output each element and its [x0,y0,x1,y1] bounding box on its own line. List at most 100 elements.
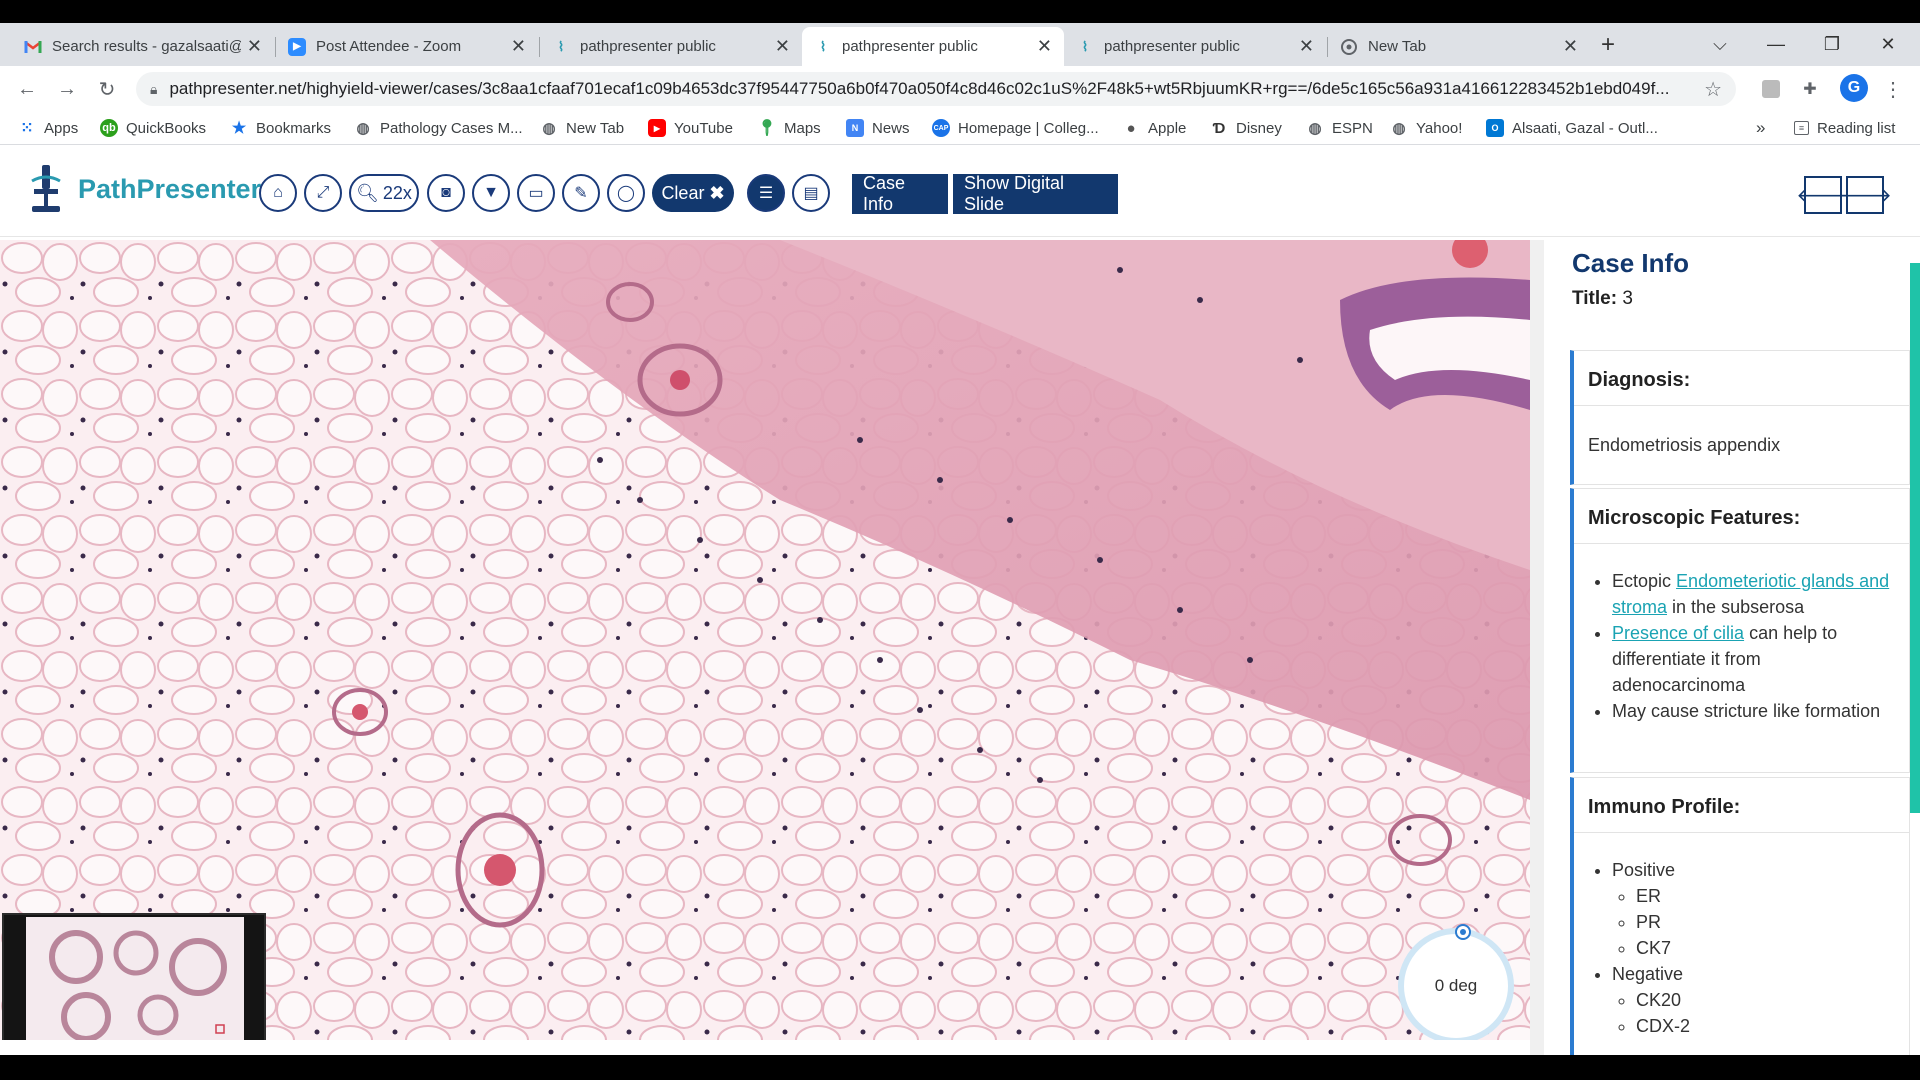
item-text: Ectopic [1612,571,1672,591]
list-button[interactable]: ☰ [747,174,785,212]
filter-button[interactable]: ▼ [472,174,510,212]
bookmark-youtube[interactable]: ▶ YouTube [648,117,733,139]
bookmark-homepage-college[interactable]: CAP Homepage | Colleg... [932,117,1099,139]
bookmark-apps[interactable]: ⁙ Apps [18,117,78,139]
cap-icon: CAP [932,119,950,137]
present-button[interactable]: ▭ [517,174,555,212]
next-case-button[interactable]: 🡒 [1838,176,1892,214]
marker-item: CK20 [1636,987,1895,1013]
slide-viewer[interactable]: 0 deg [0,240,1530,1040]
tab-search-chevron-icon[interactable]: ⌵ [1694,23,1746,66]
diagnosis-text: Endometriosis appendix [1588,435,1781,455]
tab-pathpresenter-1[interactable]: ⌇ pathpresenter public ✕ [540,27,802,66]
bookmark-label: Homepage | Colleg... [958,119,1099,137]
tab-pathpresenter-3[interactable]: ⌇ pathpresenter public ✕ [1064,27,1326,66]
tab-zoom[interactable]: ▶ Post Attendee - Zoom ✕ [276,27,538,66]
close-tab-icon[interactable]: ✕ [247,36,262,57]
close-x-icon: ✖ [709,182,725,203]
immuno-profile-card: Immuno Profile: Positive ER PR CK7 Negat… [1570,777,1910,1055]
bookmark-label: News [872,119,910,137]
bookmark-bookmarks[interactable]: ★ Bookmarks [230,117,331,139]
immuno-heading: Immuno Profile: [1574,778,1909,833]
forward-arrow-icon[interactable]: → [52,74,82,104]
home-button[interactable]: ⌂ [259,174,297,212]
reading-list[interactable]: ≡ Reading list [1794,117,1895,139]
bookmark-label: Apple [1148,119,1187,137]
monitor-icon: ▭ [528,185,544,202]
screenshot-button[interactable]: ◙ [427,174,465,212]
zoom-button[interactable]: 🔍︎ 22x [349,174,419,212]
lasso-button[interactable]: ◯ [607,174,645,212]
panel-title: Case Info [1572,248,1690,278]
case-info-panel: Case Info Title: 3 Diagnosis: Endometrio… [1530,240,1920,1055]
marker-item: ER [1636,883,1895,909]
previous-case-button[interactable]: 🡐 [1796,176,1850,214]
bookmark-maps[interactable]: 📍︎ Maps [757,117,821,139]
app-header: PathPresenter ⌂ ⤢ 🔍︎ 22x ◙ ▼ ▭ ✎ ◯ Clear ✖… [0,145,1920,237]
rotation-dial[interactable]: 0 deg [1398,924,1514,1040]
slide-minimap[interactable] [2,913,266,1040]
back-arrow-icon[interactable]: ← [12,74,42,104]
bookmark-outlook[interactable]: O Alsaati, Gazal - Outl... [1486,117,1658,139]
close-tab-icon[interactable]: ✕ [511,36,526,57]
annotate-button[interactable]: ✎ [562,174,600,212]
close-tab-icon[interactable]: ✕ [775,36,790,57]
report-button[interactable]: ▤ [792,174,830,212]
zoom-icon: ▶ [288,37,306,56]
close-tab-icon[interactable]: ✕ [1299,36,1314,57]
globe-icon: ◍ [356,120,370,137]
close-tab-icon[interactable]: ✕ [1037,36,1052,57]
bookmark-yahoo[interactable]: ◍ Yahoo! [1390,117,1462,139]
case-title-value: 3 [1622,288,1633,309]
show-digital-slide-button[interactable]: Show Digital Slide [953,173,1118,214]
fullscreen-button[interactable]: ⤢ [304,174,342,212]
list-item: Presence of cilia can help to differenti… [1612,620,1895,698]
extensions-puzzle-icon[interactable]: ✚ [1797,76,1823,102]
tab-pathpresenter-active[interactable]: ⌇ pathpresenter public ✕ [802,27,1064,66]
toolbar: ← → ↻ 🔒︎ pathpresenter.net/highyield-vie… [0,66,1920,111]
bookmark-apple[interactable]: ● Apple [1122,117,1186,139]
panel-scrollbar[interactable] [1910,263,1920,813]
star-icon: ★ [231,120,247,137]
browser-window: Search results - gazalsaati@ ✕ ▶ Post At… [0,23,1920,1055]
minimize-icon[interactable]: — [1750,23,1802,66]
menu-kebab-icon[interactable]: ⋮ [1880,76,1906,102]
presence-of-cilia-link[interactable]: Presence of cilia [1612,623,1744,643]
bookmark-news[interactable]: N News [846,117,910,139]
address-bar[interactable]: 🔒︎ pathpresenter.net/highyield-viewer/ca… [136,72,1736,106]
microscopic-heading: Microscopic Features: [1574,489,1909,544]
case-info-button[interactable]: Case Info [852,173,948,214]
bottom-bar [0,1055,1920,1080]
filter-icon: ▼ [483,184,499,201]
restore-icon[interactable]: ❐ [1806,23,1858,66]
bookmark-disney[interactable]: Ɗ Disney [1210,117,1282,139]
close-tab-icon[interactable]: ✕ [1563,36,1578,57]
extension-icon[interactable] [1758,76,1784,102]
rotation-handle-icon[interactable] [1455,924,1471,940]
close-window-icon[interactable]: ✕ [1862,23,1914,66]
bookmark-label: Yahoo! [1416,119,1463,137]
globe-icon: ◍ [542,120,556,137]
clear-button[interactable]: Clear ✖ [652,174,734,212]
bookmark-label: ESPN [1332,119,1373,137]
bookmark-label: Disney [1236,119,1282,137]
new-tab-icon[interactable]: + [1586,23,1630,66]
bookmarks-overflow-icon[interactable]: » [1756,117,1765,139]
bookmark-label: Bookmarks [256,119,332,137]
pathpresenter-logo[interactable]: PathPresenter [24,163,261,215]
list-item: Ectopic Endometeriotic glands and stroma… [1612,568,1895,620]
bookmark-pathology-cases[interactable]: ◍ Pathology Cases M... [354,117,523,139]
positive-markers: ER PR CK7 [1612,883,1895,961]
apps-grid-icon: ⁙ [20,120,34,137]
bookmark-star-icon[interactable]: ☆ [1704,77,1722,102]
case-title-label: Title: [1572,288,1618,309]
bookmark-new-tab[interactable]: ◍ New Tab [540,117,624,139]
bookmark-espn[interactable]: ◍ ESPN [1306,117,1373,139]
tab-gmail[interactable]: Search results - gazalsaati@ ✕ [12,27,274,66]
avatar[interactable]: G [1840,74,1868,102]
tab-title: pathpresenter public [1104,38,1240,55]
bookmark-quickbooks[interactable]: qb QuickBooks [100,117,206,139]
bookmark-label: Pathology Cases M... [380,119,523,137]
tab-new-tab[interactable]: New Tab ✕ [1328,27,1590,66]
reload-icon[interactable]: ↻ [92,74,122,104]
